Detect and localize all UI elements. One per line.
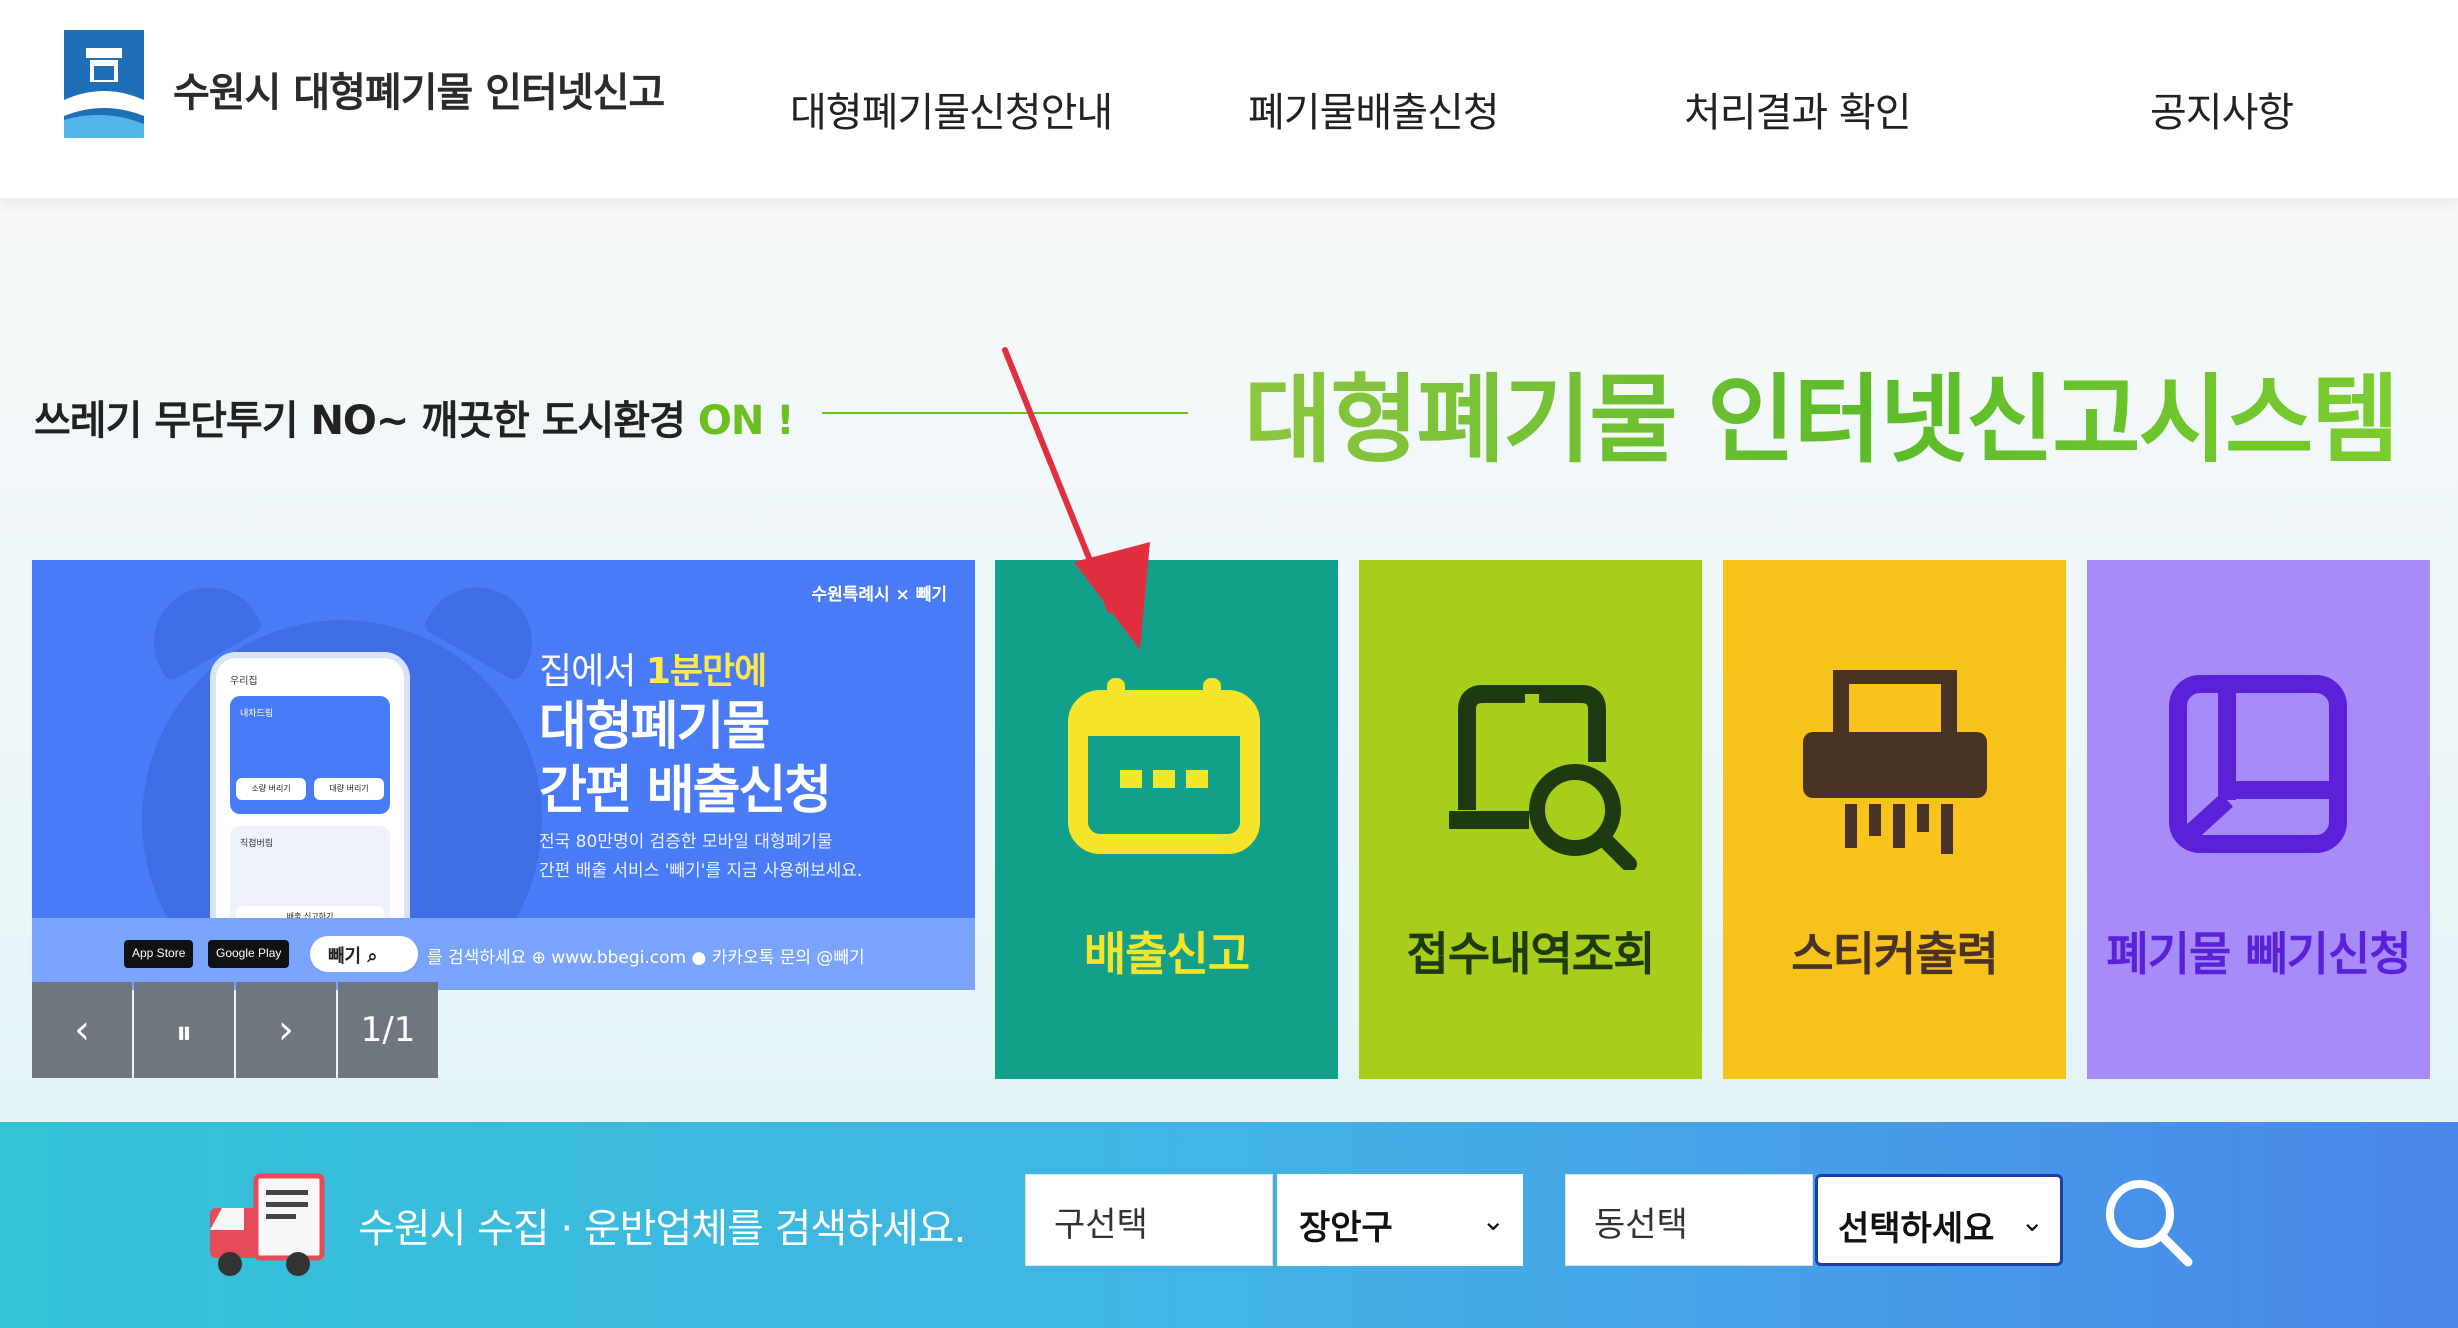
tile-sticker-print[interactable]: 스티커출력 [1723,560,2066,1079]
search-prompt: 수원시 수집 · 운반업체를 검색하세요. [358,1206,966,1252]
slogan-divider [822,412,1188,414]
bbegi-search-pill[interactable]: 빼기 ⌕ [310,936,418,972]
tile-label: 폐기물 빼기신청 [2106,927,2411,981]
search-icon: ⌕ [367,946,378,967]
truck-icon [210,1173,325,1276]
phone-mockup: 우리집 내차드림 소량 버리기 대량 버리기 직접버림 배출 신고하기 [210,652,410,962]
dong-label: 동선택 [1565,1174,1813,1266]
google-play-button[interactable]: Google Play [208,940,290,968]
tile-label: 배출신고 [1083,927,1250,981]
chevron-left-icon: ‹ [74,1007,90,1053]
search-button-icon[interactable] [2100,1174,2196,1270]
printer-icon [1803,670,1987,854]
chevron-down-icon: ⌄ [2020,1205,2044,1238]
site-title[interactable]: 수원시 대형폐기물 인터넷신고 [173,60,665,118]
calendar-icon [1068,678,1260,854]
search-document-icon [1449,685,1637,870]
phone-card-1: 내차드림 소량 버리기 대량 버리기 [230,696,390,814]
nav-item-notice[interactable]: 공지사항 [2150,80,2294,138]
banner-description: 전국 80만명이 검증한 모바일 대형폐기물 간편 배출 서비스 '빼기'를 지금… [539,832,863,881]
tile-disposal-report[interactable]: 배출신고 [995,560,1338,1079]
nav-item-result[interactable]: 처리결과 확인 [1684,80,1912,138]
slider-pause-button[interactable]: ⏸ [134,982,234,1078]
dong-select[interactable]: 선택하세요 ⌄ [1815,1174,2063,1266]
tile-history-lookup[interactable]: 접수내역조회 [1359,560,1702,1079]
pause-icon: ⏸ [175,1013,192,1051]
suwon-logo-icon[interactable] [64,30,144,138]
slogan: 쓰레기 무단투기 NO~ 깨끗한 도시환경 ON ! [34,398,795,444]
tile-label: 접수내역조회 [1406,927,1656,981]
banner-subtitle: 집에서 1분만에 [539,651,767,692]
phone-title: 우리집 [230,676,258,687]
banner-links[interactable]: 를 검색하세요 ⊕ www.bbegi.com ● 카카오톡 문의 @빼기 [427,943,865,968]
slider-prev-button[interactable]: ‹ [32,982,132,1078]
tile-bbegi-apply[interactable]: 폐기물 빼기신청 [2087,560,2430,1079]
hero-title: 대형폐기물 인터넷신고시스템 [1244,342,2400,481]
app-store-button[interactable]: App Store [124,940,194,968]
chevron-down-icon: ⌄ [1481,1204,1505,1237]
slogan-on: ON ! [697,398,795,444]
site-header: 수원시 대형폐기물 인터넷신고 대형폐기물신청안내 폐기물배출신청 처리결과 확… [0,0,2458,198]
nav-item-apply[interactable]: 폐기물배출신청 [1248,80,1500,138]
nav-item-guide[interactable]: 대형폐기물신청안내 [790,80,1113,138]
gu-select[interactable]: 장안구 ⌄ [1277,1174,1523,1266]
slider-counter: 1/1 [338,982,438,1078]
promo-banner[interactable]: 우리집 내차드림 소량 버리기 대량 버리기 직접버림 배출 신고하기 수원특례… [32,560,975,990]
banner-brand: 수원특례시 × 빼기 [811,585,947,605]
slider-next-button[interactable]: › [236,982,336,1078]
banner-headline: 대형폐기물 간편 배출신청 [539,697,832,821]
layout-icon [2169,675,2347,853]
tile-label: 스티커출력 [1791,927,1999,981]
chevron-right-icon: › [278,1007,294,1053]
gu-label: 구선택 [1025,1174,1273,1266]
